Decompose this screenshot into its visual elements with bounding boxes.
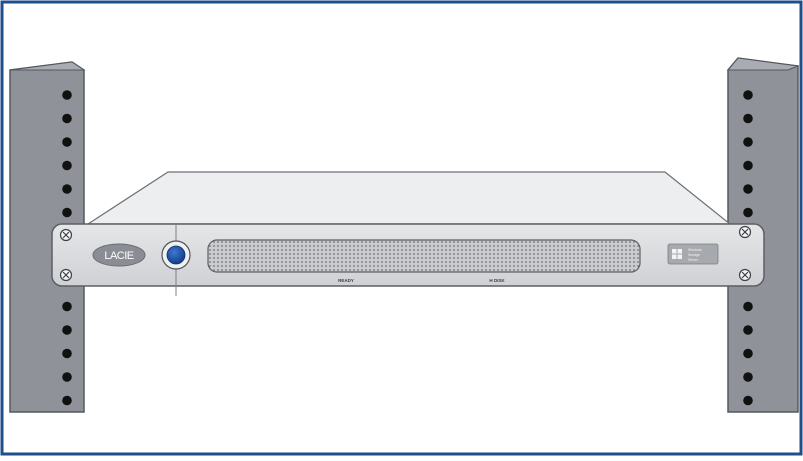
rail-hole [62, 184, 72, 194]
brand-logo: LACIE [92, 243, 146, 267]
rail-hole [743, 113, 753, 124]
rail-hole [743, 395, 753, 406]
rail-hole [743, 325, 753, 335]
rail-hole [743, 207, 753, 218]
rail-hole [62, 113, 72, 124]
indicator-label-ready: READY [338, 278, 354, 283]
os-badge-line-3: Server [688, 258, 699, 262]
rail-hole [743, 184, 753, 194]
rail-hole [62, 160, 72, 171]
mounting-screw-icon [738, 225, 752, 239]
mounting-screw-icon [59, 268, 73, 282]
os-badge-line-1: Windows [688, 248, 702, 252]
rail-hole [62, 325, 72, 335]
rail-hole [62, 207, 72, 218]
rail-hole [62, 301, 72, 312]
rack-mount-illustration: LACIE READY H DISK Windows Storage Serve… [0, 0, 803, 456]
rack-diagram-canvas: LACIE READY H DISK Windows Storage Serve… [0, 0, 803, 456]
rail-hole [743, 348, 753, 359]
power-button-icon[interactable] [161, 240, 191, 270]
os-badge: Windows Storage Server [667, 243, 719, 265]
rail-hole [62, 395, 72, 406]
rail-hole [62, 90, 72, 100]
rail-hole [62, 348, 72, 359]
rail-hole [743, 137, 753, 147]
os-badge-line-2: Storage [688, 253, 700, 257]
rail-hole [62, 372, 72, 382]
rail-hole [62, 137, 72, 147]
rail-hole [743, 90, 753, 100]
mounting-screw-icon [59, 228, 73, 242]
brand-logo-text: LACIE [104, 250, 133, 262]
indicator-label-hdisk: H DISK [489, 278, 505, 283]
rail-hole [743, 160, 753, 171]
rail-hole [743, 372, 753, 382]
device-top-surface [85, 171, 732, 225]
rail-hole [743, 301, 753, 312]
vent-grille [207, 239, 641, 273]
mounting-screw-icon [738, 268, 752, 282]
